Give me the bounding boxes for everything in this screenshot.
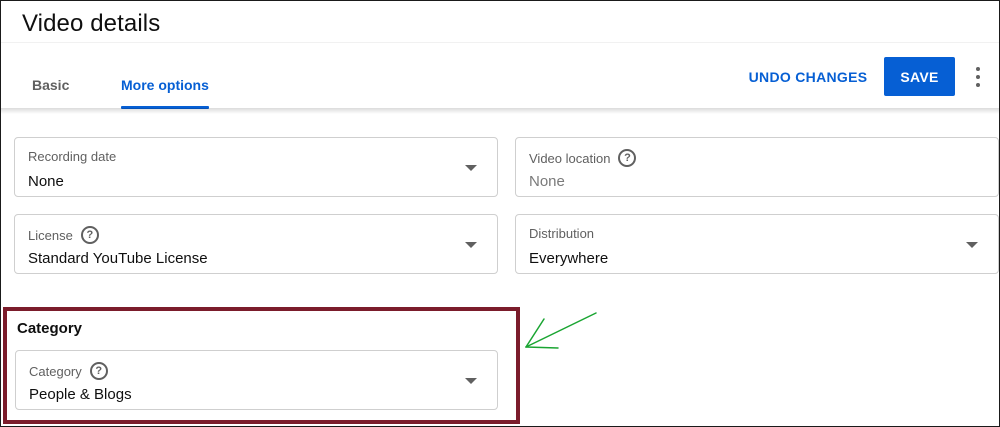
- video-location-input[interactable]: None: [529, 173, 565, 190]
- license-label-text: License: [28, 227, 73, 243]
- help-icon[interactable]: ?: [89, 362, 108, 380]
- category-label: Category ?: [29, 362, 108, 380]
- recording-date-value: None: [28, 173, 64, 190]
- more-dot: [976, 75, 980, 79]
- header-shadow: [1, 108, 999, 114]
- category-section-heading: Category: [17, 320, 83, 337]
- recording-date-dropdown[interactable]: Recording date None: [14, 137, 498, 197]
- recording-date-label-text: Recording date: [28, 149, 117, 164]
- title-divider: [1, 42, 999, 43]
- video-location-label: Video location ?: [529, 149, 637, 167]
- license-value: Standard YouTube License: [28, 250, 208, 267]
- category-label-text: Category: [29, 363, 82, 379]
- tab-basic[interactable]: Basic: [32, 77, 69, 93]
- video-location-field[interactable]: Video location ? None: [515, 137, 999, 197]
- distribution-label-text: Distribution: [529, 226, 595, 241]
- tab-more-options[interactable]: More options: [121, 77, 209, 93]
- category-dropdown[interactable]: Category ? People & Blogs: [15, 350, 498, 410]
- more-dot: [976, 67, 980, 71]
- annotation-arrow-icon: [525, 312, 597, 349]
- dropdown-caret-icon: [465, 378, 477, 384]
- dropdown-caret-icon: [966, 242, 978, 248]
- more-dot: [976, 83, 980, 87]
- save-button[interactable]: SAVE: [884, 57, 955, 96]
- video-location-label-text: Video location: [529, 150, 611, 166]
- license-dropdown[interactable]: License ? Standard YouTube License: [14, 214, 498, 274]
- help-icon[interactable]: ?: [80, 226, 99, 244]
- dropdown-caret-icon: [465, 165, 477, 171]
- undo-changes-button[interactable]: UNDO CHANGES: [742, 58, 874, 96]
- page-title: Video details: [22, 10, 161, 37]
- recording-date-label: Recording date: [28, 149, 116, 164]
- category-value: People & Blogs: [29, 386, 132, 403]
- distribution-value: Everywhere: [529, 250, 609, 267]
- distribution-label: Distribution: [529, 226, 594, 241]
- license-label: License ?: [28, 226, 99, 244]
- dropdown-caret-icon: [465, 242, 477, 248]
- more-vert-icon[interactable]: [968, 63, 988, 91]
- help-icon[interactable]: ?: [618, 149, 637, 167]
- distribution-dropdown[interactable]: Distribution Everywhere: [515, 214, 999, 274]
